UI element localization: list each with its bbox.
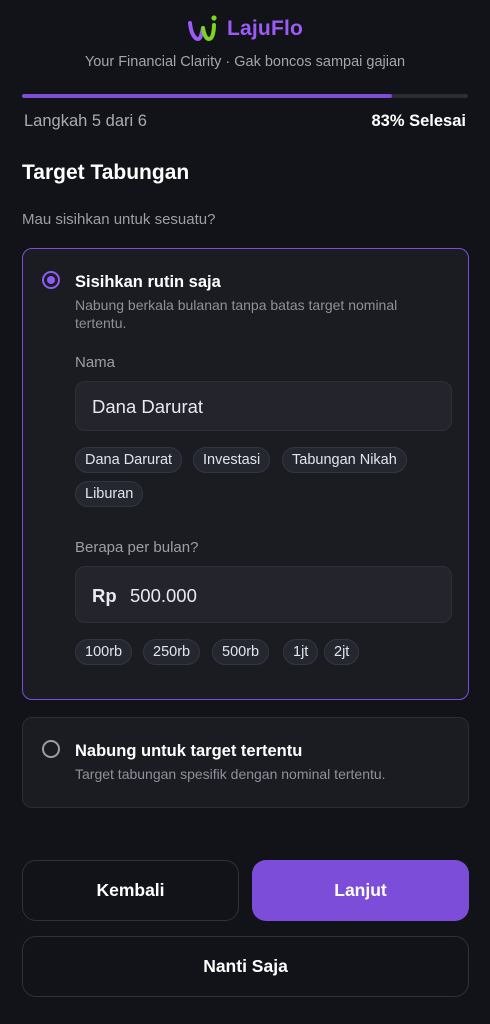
tagline: Your Financial Clarity · Gak boncos samp… [84, 54, 406, 70]
page-title: Target Tabungan [22, 161, 190, 184]
amount-chip[interactable]: 500rb [212, 639, 270, 665]
back-button[interactable]: Kembali [22, 860, 239, 921]
option-routine-description: Nabung berkala bulanan tanpa batas targe… [75, 297, 398, 331]
amount-input-value: 500.000 [130, 585, 197, 606]
name-chip[interactable]: Liburan [75, 481, 144, 507]
step-indicator: Langkah 5 dari 6 [24, 112, 147, 130]
later-button[interactable]: Nanti Saja [22, 936, 469, 997]
amount-chip[interactable]: 2jt [324, 639, 360, 665]
option-target-description: Target tabungan spesifik dengan nominal … [75, 766, 386, 782]
option-routine-radio[interactable] [42, 271, 60, 289]
name-input[interactable]: Dana Darurat [75, 381, 452, 431]
amount-chip[interactable]: 1jt [283, 639, 319, 665]
option-routine-card[interactable]: Sisihkan rutin saja Nabung berkala bulan… [22, 248, 469, 700]
name-chip[interactable]: Investasi [193, 447, 271, 473]
name-label: Nama [75, 354, 116, 371]
logo-text: LajuFlo [226, 17, 304, 40]
option-routine-title: Sisihkan rutin saja [75, 273, 221, 291]
progress-percent: 83% Selesai [371, 112, 467, 130]
amount-label: Berapa per bulan? [75, 539, 199, 556]
option-target-radio[interactable] [42, 740, 60, 758]
next-button[interactable]: Lanjut [252, 860, 469, 921]
app-logo: LajuFlo [0, 14, 490, 44]
name-chip[interactable]: Dana Darurat [75, 447, 183, 473]
progress-bar [22, 94, 468, 98]
name-input-value: Dana Darurat [92, 396, 204, 417]
amount-chip[interactable]: 250rb [143, 639, 201, 665]
option-target-card[interactable]: Nabung untuk target tertentu Target tabu… [22, 717, 469, 808]
progress-fill [22, 94, 393, 98]
amount-input[interactable]: Rp 500.000 [75, 566, 452, 623]
option-target-title: Nabung untuk target tertentu [75, 742, 303, 760]
name-chip[interactable]: Tabungan Nikah [282, 447, 407, 473]
currency-prefix: Rp [92, 585, 117, 606]
amount-chip[interactable]: 100rb [75, 639, 133, 665]
page-subtitle: Mau sisihkan untuk sesuatu? [22, 211, 216, 228]
logo-icon [187, 15, 217, 42]
